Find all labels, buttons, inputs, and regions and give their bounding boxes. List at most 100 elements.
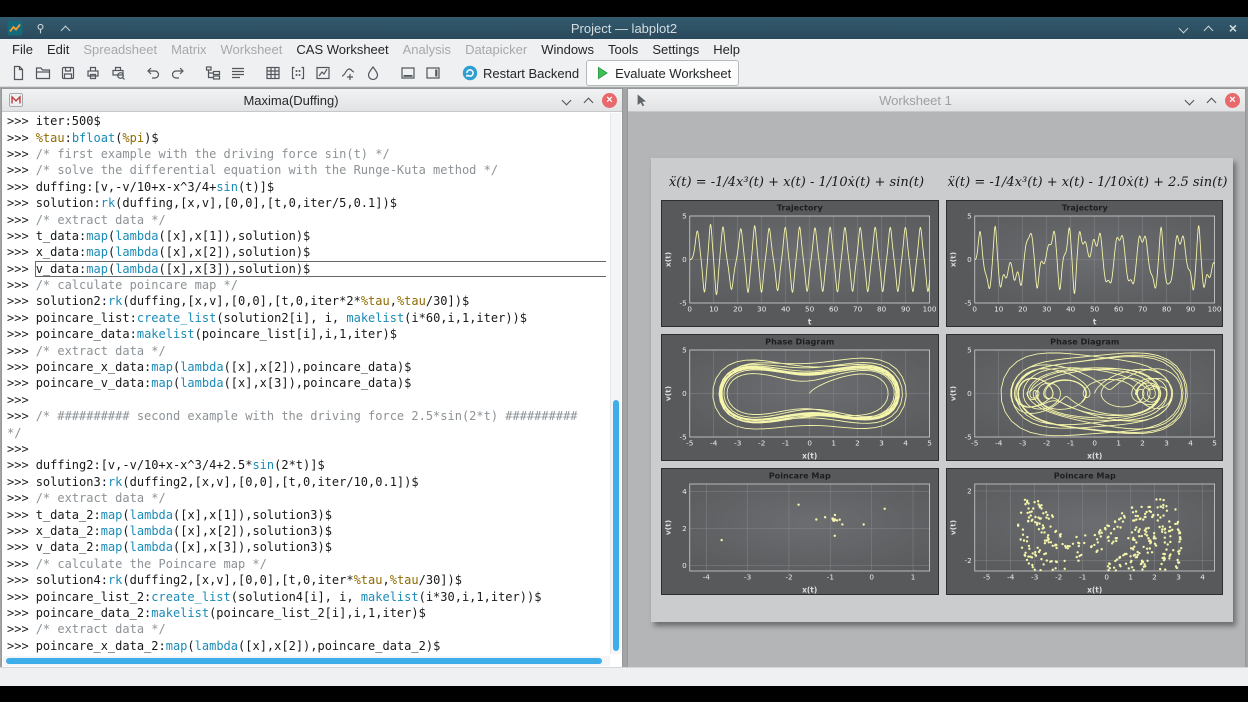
code-line[interactable]: >>>%tau:bfloat(%pi)$ [7, 129, 606, 145]
evaluate-worksheet-label: Evaluate Worksheet [615, 66, 731, 81]
code-line[interactable]: >>>x_data_2:map(lambda([x],x[2]),solutio… [7, 523, 606, 539]
code-line[interactable]: >>>/* extract data */ [7, 211, 606, 227]
menu-file[interactable]: File [5, 40, 40, 59]
cas-vertical-scrollbar[interactable] [610, 113, 621, 654]
code-line[interactable]: >>>poincare_list:create_list(solution2[i… [7, 310, 606, 326]
code-line[interactable]: >>>poincare_x_data:map(lambda([x],x[2]),… [7, 359, 606, 375]
new-document-button[interactable] [5, 61, 30, 85]
worksheet-close-button[interactable]: × [1225, 93, 1240, 108]
plot-trajectory-2[interactable]: 0102030405060708090100-505Trajectorytx(t… [946, 200, 1224, 327]
plot-poincare-2[interactable]: -5-4-3-2-101234-22Poincare Mapx(t)v(t) [946, 468, 1224, 595]
code-line[interactable]: >>>/* extract data */ [7, 621, 606, 637]
cas-minimize-button[interactable] [558, 92, 575, 109]
cas-horizontal-scrollbar-thumb[interactable] [6, 658, 602, 664]
svg-text:x(t): x(t) [1087, 585, 1102, 594]
cas-window-titlebar[interactable]: Maxima(Duffing) × [2, 89, 622, 112]
plot-phase-2[interactable]: -5-4-3-2-1012345-505Phase Diagramx(t)v(t… [946, 334, 1224, 461]
code-line[interactable]: >>>x_data:map(lambda([x],x[2]),solution)… [7, 244, 606, 260]
code-line[interactable]: >>>poincare_data:makelist(poincare_list[… [7, 326, 606, 342]
menu-cas-worksheet[interactable]: CAS Worksheet [289, 40, 395, 59]
new-worksheet-button[interactable] [310, 61, 335, 85]
properties-explorer-button[interactable] [225, 61, 250, 85]
menu-worksheet[interactable]: Worksheet [213, 40, 289, 59]
worksheet-window-titlebar[interactable]: Worksheet 1 × [628, 89, 1245, 112]
code-line[interactable]: */ [7, 424, 606, 440]
code-line[interactable]: >>>poincare_list_2:create_list(solution4… [7, 588, 606, 604]
code-line[interactable]: >>>solution2:rk(duffing,[x,v],[0,0],[t,0… [7, 293, 606, 309]
code-line[interactable]: >>>poincare_data_2:makelist(poincare_lis… [7, 605, 606, 621]
menu-datapicker[interactable]: Datapicker [458, 40, 534, 59]
dock-right-button[interactable] [420, 61, 445, 85]
code-line[interactable]: >>>v_data_2:map(lambda([x],x[3]),solutio… [7, 539, 606, 555]
worksheet-maximize-button[interactable] [1203, 92, 1220, 109]
code-line[interactable]: >>>/* calculate poincare map */ [7, 277, 606, 293]
code-line[interactable]: >>>solution4:rk(duffing2,[x,v],[0,0],[t,… [7, 572, 606, 588]
code-line[interactable]: >>>duffing:[v,-v/10+x-x^3/4+sin(t)]$ [7, 179, 606, 195]
close-button[interactable]: × [1225, 20, 1241, 36]
maximize-button[interactable] [1200, 20, 1216, 36]
undo-button[interactable] [140, 61, 165, 85]
code-line[interactable]: >>>poincare_v_data:map(lambda([x],x[3]),… [7, 375, 606, 391]
new-matrix-button[interactable] [285, 61, 310, 85]
redo-button[interactable] [165, 61, 190, 85]
code-line[interactable]: >>>t_data_2:map(lambda([x],x[1]),solutio… [7, 506, 606, 522]
code-line[interactable]: >>> [7, 441, 606, 457]
color-picker-button[interactable] [360, 61, 385, 85]
menu-matrix[interactable]: Matrix [164, 40, 213, 59]
menu-tools[interactable]: Tools [601, 40, 645, 59]
prompt: >>> [7, 344, 29, 358]
toolbar-separator [385, 61, 395, 85]
code-line[interactable]: >>>iter:500$ [7, 113, 606, 129]
project-explorer-button[interactable] [200, 61, 225, 85]
cas-close-button[interactable]: × [602, 93, 617, 108]
code-line[interactable]: >>>/* solve the differential equation wi… [7, 162, 606, 178]
evaluate-worksheet-button[interactable]: Evaluate Worksheet [586, 60, 739, 86]
code-line[interactable]: >>>t_data:map(lambda([x],x[1]),solution)… [7, 228, 606, 244]
open-folder-button[interactable] [30, 61, 55, 85]
new-datapicker-button[interactable] [335, 61, 360, 85]
cas-maximize-button[interactable] [580, 92, 597, 109]
code-line[interactable]: >>>solution3:rk(duffing2,[x,v],[0,0],[t,… [7, 474, 606, 490]
new-spreadsheet-button[interactable] [260, 61, 285, 85]
code-line[interactable]: >>>/* extract data */ [7, 490, 606, 506]
prompt: >>> [7, 262, 29, 276]
code-line[interactable]: >>>/* extract data */ [7, 342, 606, 358]
menu-settings[interactable]: Settings [645, 40, 706, 59]
code-line[interactable]: >>>v_data:map(lambda([x],x[3]),solution)… [7, 261, 606, 277]
restart-backend-button[interactable]: Restart Backend [455, 61, 586, 85]
app-window: Project — labplot2 × FileEditSpreadsheet… [0, 17, 1248, 686]
print-button[interactable] [80, 61, 105, 85]
cas-vertical-scrollbar-thumb[interactable] [613, 400, 619, 651]
worksheet-view[interactable]: ẍ(t) = -1/4x³(t) + x(t) - 1/10ẋ(t) + sin… [628, 112, 1245, 667]
menu-edit[interactable]: Edit [40, 40, 76, 59]
svg-text:-2: -2 [758, 438, 765, 447]
code-line[interactable]: >>>/* first example with the driving for… [7, 146, 606, 162]
code-line[interactable]: >>>solution:rk(duffing,[x,v],[0,0],[t,0,… [7, 195, 606, 211]
plot-poincare-1[interactable]: -4-3-2-101024Poincare Mapx(t)v(t) [661, 468, 939, 595]
menu-windows[interactable]: Windows [534, 40, 601, 59]
dock-bottom-button[interactable] [395, 61, 420, 85]
code-line[interactable]: >>>/* calculate the Poincare map */ [7, 556, 606, 572]
code-line[interactable]: >>>/* ########## second example with the… [7, 408, 606, 424]
pin-icon[interactable] [32, 20, 48, 36]
svg-text:60: 60 [1114, 304, 1124, 313]
code-line[interactable]: >>> [7, 392, 606, 408]
shade-icon[interactable] [57, 20, 73, 36]
menu-analysis[interactable]: Analysis [396, 40, 458, 59]
plot-phase-1[interactable]: -5-4-3-2-1012345-505Phase Diagramx(t)v(t… [661, 334, 939, 461]
svg-text:5: 5 [682, 346, 687, 355]
save-button[interactable] [55, 61, 80, 85]
titlebar[interactable]: Project — labplot2 × [0, 17, 1248, 39]
worksheet-minimize-button[interactable] [1181, 92, 1198, 109]
plot-trajectory-1[interactable]: 0102030405060708090100-505Trajectorytx(t… [661, 200, 939, 327]
print-preview-button[interactable] [105, 61, 130, 85]
code-line[interactable]: >>>duffing2:[v,-v/10+x-x^3/4+2.5*sin(2*t… [7, 457, 606, 473]
menu-help[interactable]: Help [706, 40, 747, 59]
app-icon [7, 20, 23, 36]
cas-horizontal-scrollbar[interactable] [3, 656, 610, 666]
menu-spreadsheet[interactable]: Spreadsheet [76, 40, 164, 59]
cas-editor[interactable]: >>>iter:500$>>>%tau:bfloat(%pi)$>>>/* fi… [2, 112, 622, 667]
minimize-button[interactable] [1175, 20, 1191, 36]
code-text: poincare_v_data:map(lambda([x],x[3]),poi… [36, 376, 412, 390]
code-line[interactable]: >>>poincare_x_data_2:map(lambda([x],x[2]… [7, 638, 606, 654]
